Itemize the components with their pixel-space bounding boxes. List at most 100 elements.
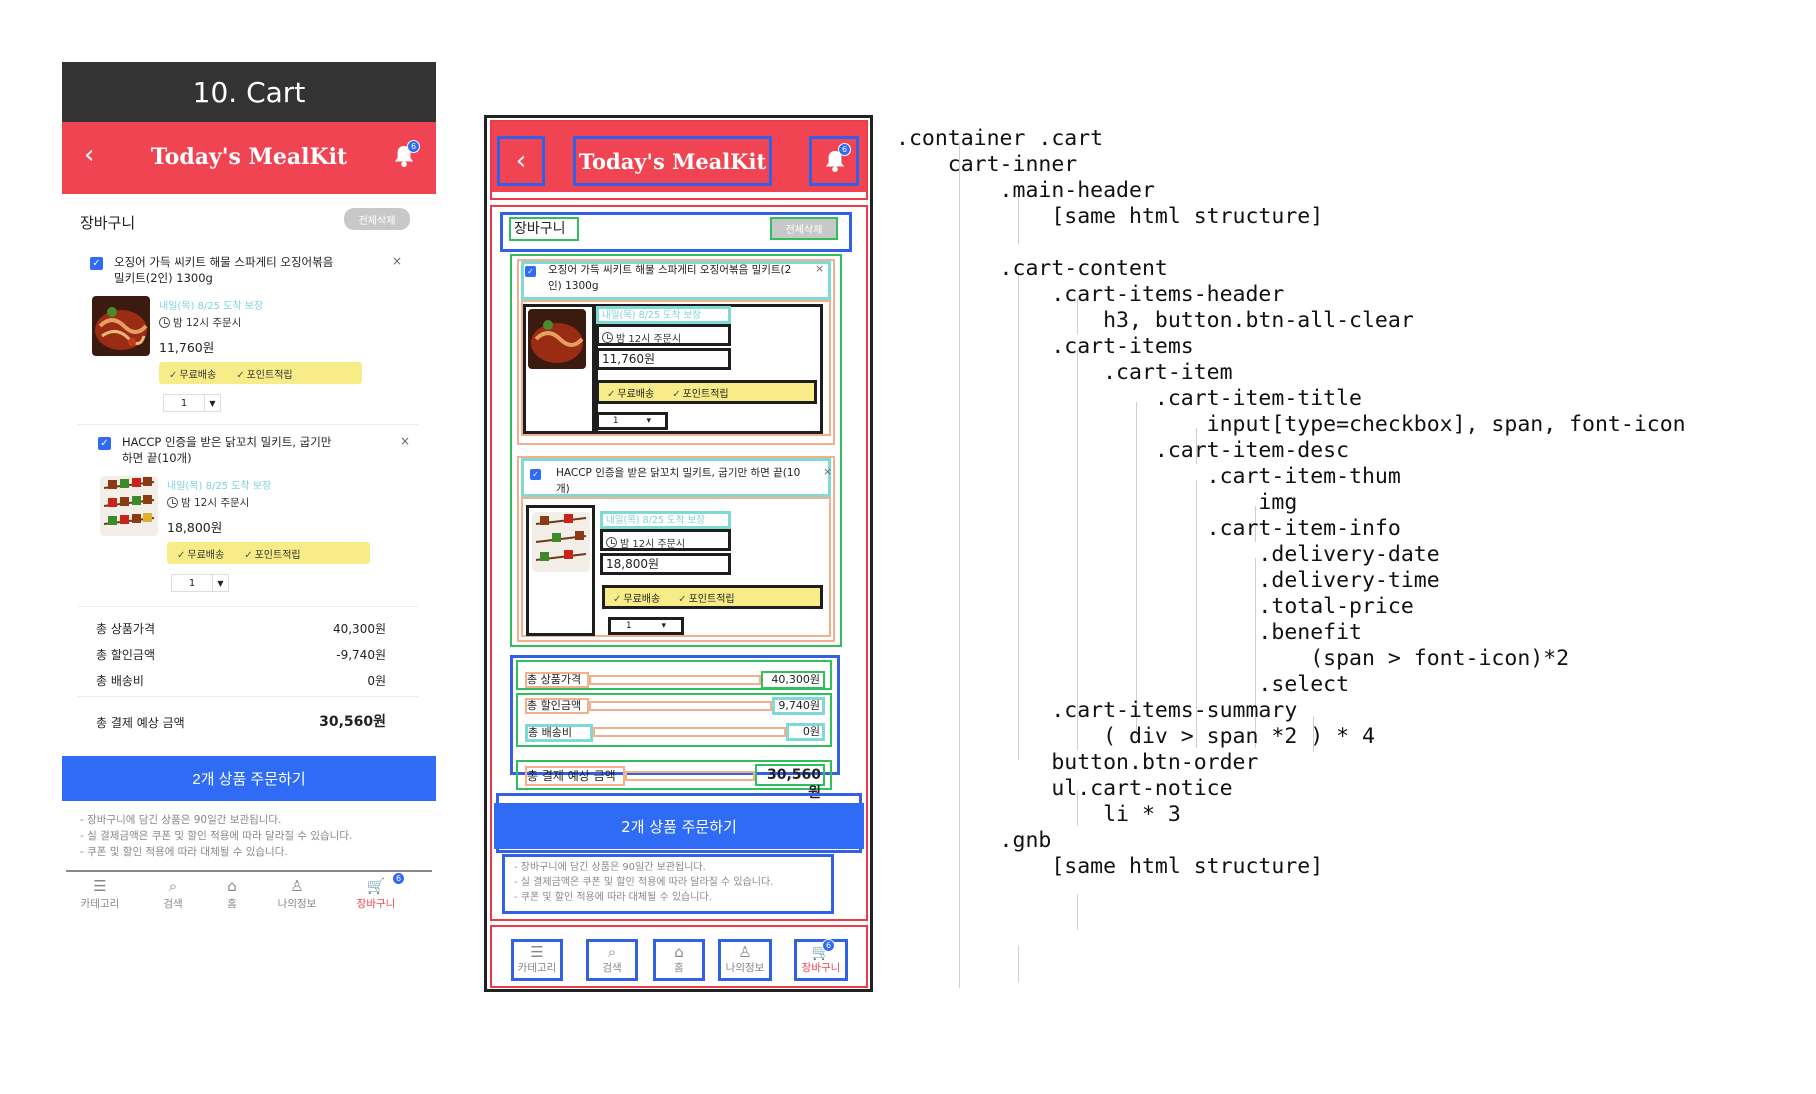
code-line: button.btn-order: [896, 750, 1259, 775]
bell-badge: 6: [838, 143, 851, 156]
summary-value: 0원: [367, 674, 386, 688]
cart-badge: 6: [392, 872, 405, 885]
wf-summary-value: 40,300원: [761, 671, 825, 689]
tree-guide: [1018, 946, 1019, 982]
code-line: .delivery-time: [896, 568, 1440, 593]
code-line: .cart-item-thum: [896, 464, 1401, 489]
code-line: ul.cart-notice: [896, 776, 1233, 801]
wf-summary-gap: [625, 771, 755, 781]
code-line: .benefit: [896, 620, 1362, 645]
chevron-down-icon: ▾: [661, 621, 667, 631]
wf-gnb-category[interactable]: ☰ 카테고리: [511, 939, 563, 981]
main-header: ‹ Today's MealKit 6: [62, 122, 436, 194]
gnb-item-category[interactable]: ☰ 카테고리: [70, 876, 130, 911]
benefit: ✓ 무료배송 ✓ 포인트적립: [167, 542, 370, 564]
quantity-select[interactable]: 1 ▼: [171, 574, 229, 592]
total-price: 11,760원: [159, 340, 215, 355]
summary-label: 총 상품가격: [96, 622, 156, 636]
close-icon[interactable]: ×: [392, 254, 402, 268]
close-icon[interactable]: ×: [815, 262, 824, 275]
chevron-down-icon: ▾: [646, 416, 652, 426]
cart-content: 장바구니 전체삭제 ✓ 오징어 가득 씨키트 해물 스파게티 오징어볶음 밀키트…: [62, 194, 436, 934]
wf-benefit: ✓ 무료배송 ✓ 포인트적립: [602, 585, 823, 609]
wf-select[interactable]: 1 ▾: [596, 412, 668, 430]
clock-icon: [167, 497, 178, 508]
wf-cart-item-thum: [523, 304, 595, 434]
code-line: .cart-content: [896, 256, 1168, 281]
wf-summary-label: 총 상품가격: [525, 672, 589, 688]
delivery-time: 밤 12시 주문시: [159, 315, 241, 330]
item-checkbox[interactable]: ✓: [90, 257, 103, 270]
wf-notice-list: - 장바구니에 담긴 상품은 90일간 보관됩니다. - 실 결제금액은 쿠폰 …: [514, 862, 774, 903]
code-line: .cart-items-summary: [896, 698, 1298, 723]
screen-title: 10. Cart: [62, 62, 436, 122]
summary-label: 총 배송비: [96, 674, 144, 688]
summary-value: -9,740원: [336, 648, 386, 662]
wf-summary-gap: [589, 675, 761, 685]
code-line: .cart-item: [896, 360, 1233, 385]
wf-item-title: HACCP 인증을 받은 닭꼬치 밀키트, 굽기만 하면 끝(10개): [556, 467, 801, 495]
item-thumbnail[interactable]: [100, 476, 158, 536]
summary-label: 총 결제 예상 금액: [96, 716, 185, 730]
divider: [78, 424, 418, 425]
wf-checkbox[interactable]: ✓: [525, 266, 536, 277]
code-line: [same html structure]: [896, 854, 1324, 879]
code-line: .cart-items-header: [896, 282, 1285, 307]
code-line: .select: [896, 672, 1350, 697]
wf-delivery-date: 내일(목) 8/25 도착 보장: [600, 511, 731, 529]
notice-item: - 실 결제금액은 쿠폰 및 할인 적용에 따라 달라질 수 있습니다.: [80, 830, 353, 842]
cart-heading: 장바구니: [80, 214, 136, 232]
close-icon[interactable]: ×: [823, 465, 832, 478]
code-line: .cart-items: [896, 334, 1194, 359]
wf-order-button[interactable]: 2개 상품 주문하기: [494, 803, 864, 849]
check-icon: ✓: [177, 549, 186, 561]
wf-item-title: 오징어 가득 씨키트 해물 스파게티 오징어볶음 밀키트(2인) 1300g: [548, 264, 792, 292]
wf-delivery-time: 밤 12시 주문시: [596, 324, 731, 346]
wf-summary-label: 총 결제 예상 금액: [525, 766, 625, 786]
benefit: ✓ 무료배송 ✓ 포인트적립: [159, 362, 362, 384]
gnb-item-home[interactable]: ⌂ 홈: [212, 876, 252, 911]
item-thumbnail[interactable]: [92, 296, 150, 356]
code-line: .cart-item-desc: [896, 438, 1350, 463]
total-price: 18,800원: [167, 520, 223, 535]
user-icon: ♙: [290, 877, 304, 895]
item-title[interactable]: HACCP 인증을 받은 닭꼬치 밀키트, 굽기만 하면 끝(10개): [122, 434, 344, 466]
order-button[interactable]: 2개 상품 주문하기: [62, 756, 436, 801]
code-line: .total-price: [896, 594, 1414, 619]
wf-benefit: ✓ 무료배송 ✓ 포인트적립: [596, 380, 817, 404]
home-icon: ⌂: [227, 877, 237, 895]
wf-checkbox[interactable]: ✓: [530, 469, 541, 480]
delivery-time: 밤 12시 주문시: [167, 495, 249, 510]
gnb-item-search[interactable]: ⌕ 검색: [148, 876, 198, 911]
wf-cart-item-thum: [526, 505, 595, 636]
close-icon[interactable]: ×: [400, 434, 410, 448]
wf-select[interactable]: 1 ▾: [608, 617, 684, 635]
divider: [78, 696, 418, 697]
notice-item: - 장바구니에 담긴 상품은 90일간 보관됩니다.: [80, 814, 282, 826]
wf-gnb-home[interactable]: ⌂ 홈: [653, 939, 705, 981]
all-clear-button[interactable]: 전체삭제: [344, 208, 410, 230]
item-title[interactable]: 오징어 가득 씨키트 해물 스파게티 오징어볶음 밀키트(2인) 1300g: [114, 254, 336, 286]
gnb-item-my-info[interactable]: ♙ 나의정보: [267, 876, 327, 911]
chevron-down-icon: ▼: [212, 575, 228, 591]
summary-total: 30,560원: [319, 714, 386, 730]
wf-gnb-cart[interactable]: 🛒 장바구니: [794, 939, 848, 981]
item-thumbnail: [528, 309, 586, 369]
check-icon: ✓: [244, 549, 253, 561]
wf-gnb-my-info[interactable]: ♙ 나의정보: [718, 939, 772, 981]
wf-brand[interactable]: Today's MealKit: [573, 136, 772, 186]
wf-all-clear-button[interactable]: 전체삭제: [770, 217, 838, 240]
check-icon: ✓: [236, 369, 245, 381]
wf-back-button[interactable]: ‹: [497, 136, 545, 186]
brand-logo[interactable]: Today's MealKit: [62, 144, 436, 170]
wf-bell-button[interactable]: 6: [809, 136, 859, 186]
quantity-select[interactable]: 1 ▼: [163, 394, 221, 412]
wf-delivery-time: 밤 12시 주문시: [600, 529, 731, 551]
wf-total-price: 11,760원: [596, 348, 731, 370]
item-checkbox[interactable]: ✓: [98, 437, 111, 450]
delivery-date: 내일(목) 8/25 도착 보장: [167, 481, 272, 492]
chevron-down-icon: ▼: [204, 395, 220, 411]
wf-gnb-search[interactable]: ⌕ 검색: [586, 939, 638, 981]
summary-label: 총 할인금액: [96, 648, 156, 662]
